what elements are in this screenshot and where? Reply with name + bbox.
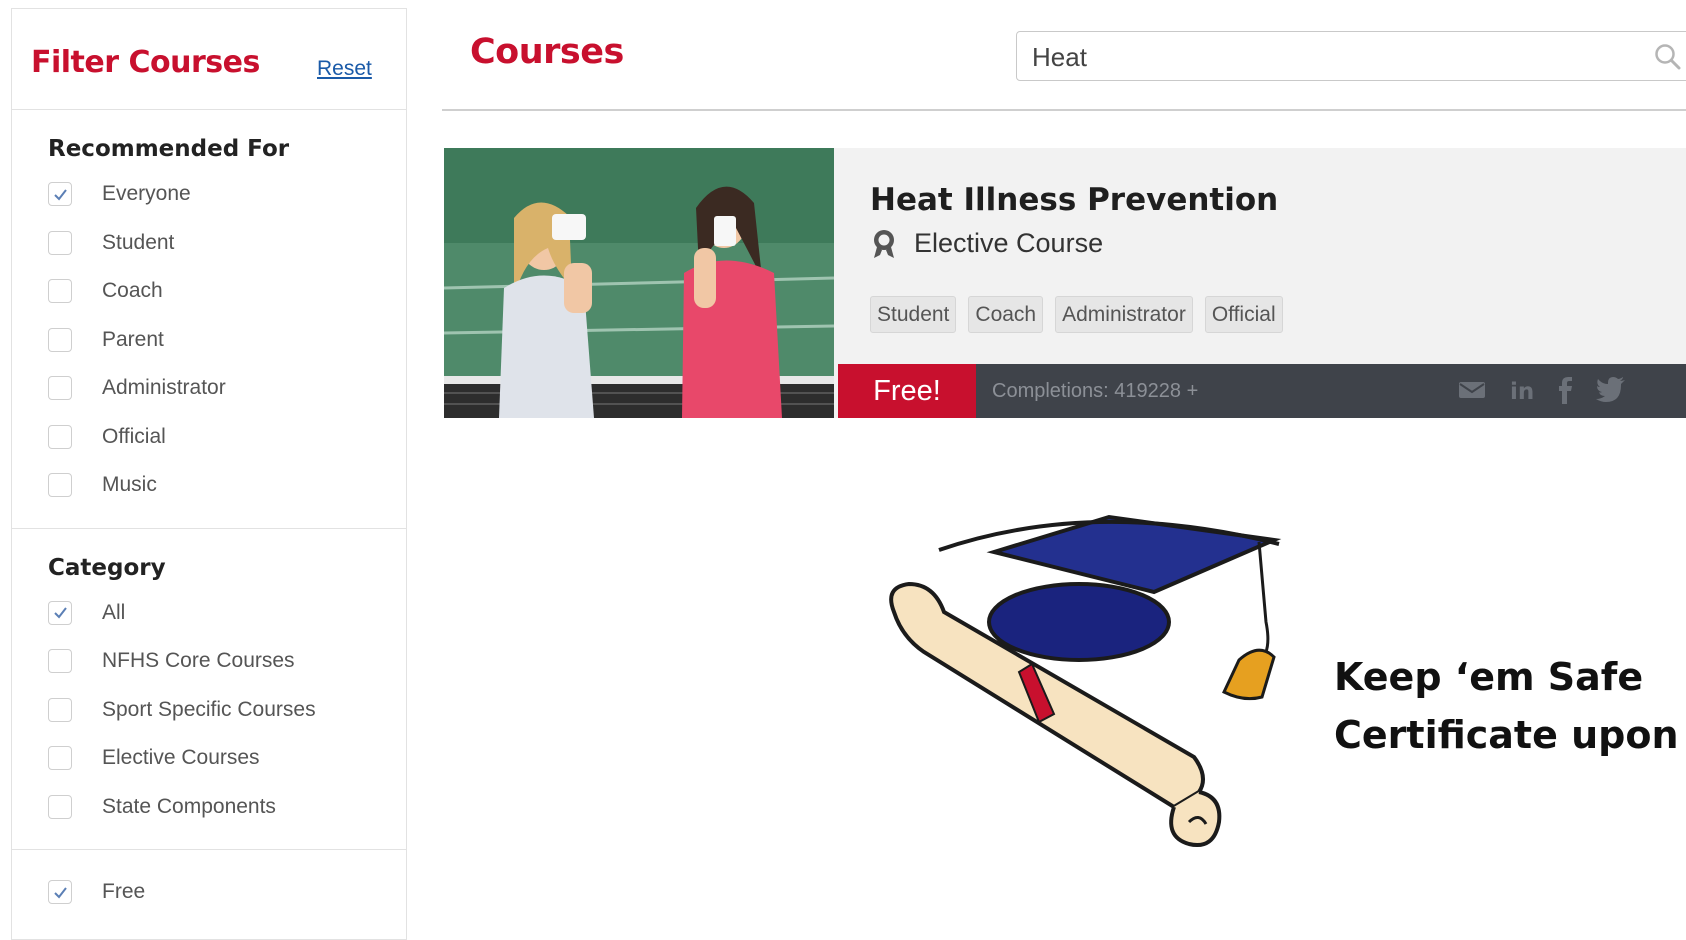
checkbox[interactable] xyxy=(48,327,72,352)
linkedin-icon[interactable]: in xyxy=(1508,377,1534,403)
filter-option-label: Administrator xyxy=(102,376,226,400)
price-options: Free xyxy=(48,868,406,917)
award-ribbon-icon xyxy=(874,229,894,258)
sidebar-title: Filter Courses xyxy=(31,45,260,80)
checkmark-icon xyxy=(53,607,67,619)
graduation-clipart xyxy=(889,514,1282,847)
recommended-for-section: Recommended For Everyone Student Coach Pare… xyxy=(12,110,406,529)
checkbox[interactable] xyxy=(48,473,72,498)
filter-option-everyone[interactable]: Everyone xyxy=(48,170,406,219)
svg-text:in: in xyxy=(1510,379,1534,403)
facebook-icon[interactable] xyxy=(1556,376,1574,404)
filter-option-nfhs-core-courses[interactable]: NFHS Core Courses xyxy=(48,637,406,686)
filter-option-label: State Components xyxy=(102,794,276,818)
tag-official[interactable]: Official xyxy=(1204,296,1283,333)
price-section: Free xyxy=(12,850,406,917)
filter-option-label: Parent xyxy=(102,327,164,351)
filter-option-state-components[interactable]: State Components xyxy=(48,783,406,832)
sidebar-header: Filter Courses Reset xyxy=(12,9,406,110)
filter-option-parent[interactable]: Parent xyxy=(48,316,406,365)
filter-option-administrator[interactable]: Administrator xyxy=(48,364,406,413)
tag-administrator[interactable]: Administrator xyxy=(1055,296,1193,333)
filter-option-label: Everyone xyxy=(102,182,191,206)
checkbox[interactable] xyxy=(48,424,72,449)
search-icon[interactable] xyxy=(1654,43,1682,71)
course-type-label: Elective Course xyxy=(914,228,1104,258)
filter-option-label: Music xyxy=(102,473,157,497)
share-icons: in xyxy=(1458,376,1648,404)
checkbox[interactable] xyxy=(48,649,72,674)
category-section: Category All NFHS Core Courses Sport Speci… xyxy=(12,529,406,850)
price-badge: Free! xyxy=(838,364,976,418)
filter-option-label: Free xyxy=(102,880,146,904)
checkbox[interactable] xyxy=(48,697,72,722)
search-input[interactable] xyxy=(1030,41,1634,74)
checkbox[interactable] xyxy=(48,880,72,905)
course-title[interactable]: Heat Illness Prevention xyxy=(870,182,1278,218)
filter-option-label: NFHS Core Courses xyxy=(102,649,295,673)
checkbox[interactable] xyxy=(48,279,72,304)
category-heading: Category xyxy=(48,554,166,581)
checkbox[interactable] xyxy=(48,746,72,771)
filter-option-student[interactable]: Student xyxy=(48,219,406,268)
course-thumbnail[interactable] xyxy=(444,148,834,418)
caption-line-2: Certificate upon c xyxy=(1334,713,1686,757)
email-icon[interactable] xyxy=(1458,380,1486,400)
checkbox[interactable] xyxy=(48,182,72,207)
filter-option-music[interactable]: Music xyxy=(48,461,406,510)
course-footer-bar: Free! Completions: 419228 + in xyxy=(838,364,1686,418)
caption-line-1: Keep ‘em Safe xyxy=(1334,655,1644,699)
course-type: Elective Course xyxy=(870,228,1103,259)
checkbox[interactable] xyxy=(48,376,72,401)
filter-option-official[interactable]: Official xyxy=(48,413,406,462)
twitter-icon[interactable] xyxy=(1596,377,1626,403)
caption-text: Keep ‘em Safe Certificate upon c xyxy=(1334,648,1686,764)
reset-link[interactable]: Reset xyxy=(317,57,372,81)
checkmark-icon xyxy=(53,189,67,201)
completions-count: Completions: 419228 + xyxy=(992,380,1199,402)
filter-option-label: Student xyxy=(102,230,175,254)
filter-option-coach[interactable]: Coach xyxy=(48,267,406,316)
filter-option-label: All xyxy=(102,600,126,624)
recommended-options: Everyone Student Coach Parent Administrator O… xyxy=(48,170,406,510)
category-options: All NFHS Core Courses Sport Specific Cours… xyxy=(48,589,406,832)
header-divider xyxy=(442,109,1686,111)
checkmark-icon xyxy=(53,887,67,899)
filter-sidebar: Filter Courses Reset Recommended For Eve… xyxy=(11,8,407,940)
filter-option-label: Elective Courses xyxy=(102,746,260,770)
filter-option-all[interactable]: All xyxy=(48,589,406,638)
checkbox[interactable] xyxy=(48,794,72,819)
filter-option-label: Sport Specific Courses xyxy=(102,697,316,721)
recommended-for-heading: Recommended For xyxy=(48,136,290,162)
checkbox[interactable] xyxy=(48,230,72,255)
course-tags: Student Coach Administrator Official xyxy=(870,296,1295,333)
tag-student[interactable]: Student xyxy=(870,296,957,333)
filter-option-elective-courses[interactable]: Elective Courses xyxy=(48,734,406,783)
checkbox[interactable] xyxy=(48,600,72,625)
filter-option-label: Official xyxy=(102,424,166,448)
page-title: Courses xyxy=(470,32,624,72)
filter-option-free[interactable]: Free xyxy=(48,868,406,917)
course-card[interactable]: Heat Illness Prevention Elective Course … xyxy=(444,148,1686,418)
search-box[interactable] xyxy=(1016,31,1686,81)
filter-option-sport-specific-courses[interactable]: Sport Specific Courses xyxy=(48,686,406,735)
tag-coach[interactable]: Coach xyxy=(968,296,1044,333)
filter-option-label: Coach xyxy=(102,279,163,303)
